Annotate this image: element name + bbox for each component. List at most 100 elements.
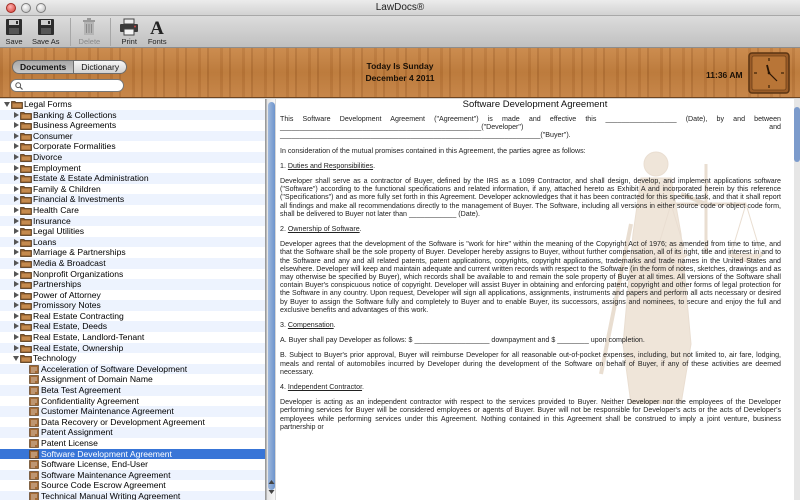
tree-category[interactable]: Insurance bbox=[0, 215, 265, 227]
disclosure-expanded-icon[interactable] bbox=[13, 356, 19, 362]
tree-category[interactable]: Business Agreements bbox=[0, 120, 265, 131]
tree-category[interactable]: Real Estate, Deeds bbox=[0, 321, 265, 333]
folder-icon bbox=[20, 238, 32, 247]
tree-category[interactable]: Divorce bbox=[0, 151, 265, 163]
tree-category[interactable]: Corporate Formalities bbox=[0, 141, 265, 152]
doc-heading-text: Compensation bbox=[287, 321, 334, 330]
disclosure-collapsed-icon[interactable] bbox=[14, 270, 19, 277]
tree-document[interactable]: Assignment of Domain Name bbox=[0, 374, 265, 385]
tree-category[interactable]: Financial & Investments bbox=[0, 194, 265, 205]
tree-item-label: Employment bbox=[33, 162, 81, 173]
disclosure-collapsed-icon[interactable] bbox=[14, 122, 19, 129]
document-icon bbox=[29, 439, 39, 448]
tree-item-label: Customer Maintenance Agreement bbox=[41, 406, 174, 417]
document-scrollbar[interactable] bbox=[794, 99, 800, 500]
tree-document[interactable]: Technical Manual Writing Agreement bbox=[0, 490, 265, 500]
tree-item-label: Software Development Agreement bbox=[41, 448, 172, 459]
tree-document[interactable]: Source Code Escrow Agreement bbox=[0, 480, 265, 491]
toolbar-separator bbox=[69, 18, 71, 46]
disclosure-collapsed-icon[interactable] bbox=[14, 291, 19, 298]
tree-document[interactable]: Patent License bbox=[0, 438, 265, 449]
disclosure-expanded-icon[interactable] bbox=[4, 102, 10, 107]
disclosure-collapsed-icon[interactable] bbox=[14, 153, 19, 160]
tree-category[interactable]: Banking & Collections bbox=[0, 109, 265, 121]
disclosure-collapsed-icon[interactable] bbox=[14, 206, 19, 213]
disclosure-collapsed-icon[interactable] bbox=[14, 228, 19, 235]
tree-item-label: Media & Broadcast bbox=[33, 257, 106, 268]
disclosure-collapsed-icon[interactable] bbox=[14, 238, 19, 245]
tree-category[interactable]: Real Estate, Ownership bbox=[0, 342, 265, 354]
tree-category[interactable]: Legal Utilities bbox=[0, 226, 265, 237]
tree-category[interactable]: Health Care bbox=[0, 205, 265, 216]
disclosure-collapsed-icon[interactable] bbox=[14, 323, 19, 330]
scroll-up-arrow-icon[interactable] bbox=[268, 479, 275, 485]
tree-scrollbar[interactable] bbox=[266, 99, 275, 500]
dictionary-segment[interactable]: Dictionary bbox=[73, 61, 127, 73]
save-as-button[interactable]: Save As bbox=[32, 16, 60, 46]
fonts-button[interactable]: A Fonts bbox=[147, 16, 167, 46]
disclosure-collapsed-icon[interactable] bbox=[14, 312, 19, 319]
tree-category[interactable]: Loans bbox=[0, 236, 265, 248]
print-button[interactable]: Print bbox=[119, 16, 139, 46]
folder-icon bbox=[20, 174, 32, 184]
tree-category-technology[interactable]: Technology bbox=[0, 353, 265, 364]
save-as-label: Save As bbox=[32, 37, 60, 46]
close-window-button[interactable] bbox=[6, 3, 16, 13]
disclosure-collapsed-icon[interactable] bbox=[14, 344, 19, 351]
documents-segment[interactable]: Documents bbox=[13, 61, 74, 73]
tree-category[interactable]: Family & Children bbox=[0, 184, 265, 195]
tree-document[interactable]: Software Development Agreement bbox=[0, 448, 265, 460]
tree-scroll-thumb[interactable] bbox=[268, 102, 275, 490]
disclosure-collapsed-icon[interactable] bbox=[14, 259, 19, 266]
tree-document[interactable]: Data Recovery or Development Agreement bbox=[0, 417, 265, 428]
tree-category[interactable]: Promissory Notes bbox=[0, 300, 265, 311]
disclosure-collapsed-icon[interactable] bbox=[14, 132, 19, 139]
tree-document[interactable]: Software Maintenance Agreement bbox=[0, 469, 265, 481]
tree-root-legal-forms[interactable]: Legal Forms bbox=[0, 99, 265, 110]
document-scroll-thumb[interactable] bbox=[794, 107, 800, 162]
search-field[interactable] bbox=[10, 79, 124, 92]
disclosure-collapsed-icon[interactable] bbox=[14, 143, 19, 150]
tree-item-label: Software License, End-User bbox=[41, 459, 148, 470]
tree-document[interactable]: Customer Maintenance Agreement bbox=[0, 406, 265, 417]
scroll-down-arrow-icon[interactable] bbox=[268, 489, 275, 495]
tree-document[interactable]: Confidentiality Agreement bbox=[0, 396, 265, 407]
save-button[interactable]: Save bbox=[4, 16, 24, 46]
tree-document[interactable]: Beta Test Agreement bbox=[0, 385, 265, 396]
disclosure-collapsed-icon[interactable] bbox=[14, 164, 19, 171]
search-input[interactable] bbox=[25, 80, 121, 91]
document-icon bbox=[29, 460, 39, 469]
disclosure-collapsed-icon[interactable] bbox=[14, 302, 19, 309]
tree-category[interactable]: Nonprofit Organizations bbox=[0, 269, 265, 280]
disclosure-collapsed-icon[interactable] bbox=[14, 217, 19, 224]
tree-category[interactable]: Employment bbox=[0, 163, 265, 174]
tree-item-label: Source Code Escrow Agreement bbox=[41, 480, 166, 491]
tree-category[interactable]: Marriage & Partnerships bbox=[0, 247, 265, 258]
disclosure-collapsed-icon[interactable] bbox=[14, 185, 19, 192]
disclosure-collapsed-icon[interactable] bbox=[14, 175, 19, 182]
disclosure-collapsed-icon[interactable] bbox=[14, 249, 19, 256]
tree-item-label: Technology bbox=[33, 353, 77, 364]
doc-heading-text: Duties and Responsibilities bbox=[287, 161, 374, 170]
document-body: This Software Development Agreement ("Ag… bbox=[280, 115, 781, 438]
disclosure-collapsed-icon[interactable] bbox=[14, 196, 19, 203]
minimize-window-button[interactable] bbox=[21, 3, 31, 13]
delete-button[interactable]: Delete bbox=[79, 16, 100, 46]
tree-category[interactable]: Media & Broadcast bbox=[0, 257, 265, 269]
folder-icon bbox=[20, 153, 32, 162]
tree-category[interactable]: Partnerships bbox=[0, 279, 265, 290]
tree-document[interactable]: Acceleration of Software Development bbox=[0, 363, 265, 375]
document-view[interactable]: Software Development Agreement This Soft… bbox=[276, 99, 794, 500]
tree-category[interactable]: Power of Attorney bbox=[0, 290, 265, 301]
disclosure-collapsed-icon[interactable] bbox=[14, 111, 19, 118]
tree-document[interactable]: Patent Assignment bbox=[0, 427, 265, 438]
tree-category[interactable]: Real Estate, Landlord-Tenant bbox=[0, 332, 265, 343]
disclosure-collapsed-icon[interactable] bbox=[14, 334, 19, 341]
tree-document[interactable]: Software License, End-User bbox=[0, 459, 265, 470]
disclosure-collapsed-icon[interactable] bbox=[14, 281, 19, 288]
tree-category[interactable]: Estate & Estate Administration bbox=[0, 173, 265, 184]
tree-category[interactable]: Consumer bbox=[0, 130, 265, 142]
zoom-window-button[interactable] bbox=[36, 3, 46, 13]
doc-heading-text: Independent Contractor bbox=[287, 383, 363, 392]
tree-category[interactable]: Real Estate Contracting bbox=[0, 311, 265, 322]
